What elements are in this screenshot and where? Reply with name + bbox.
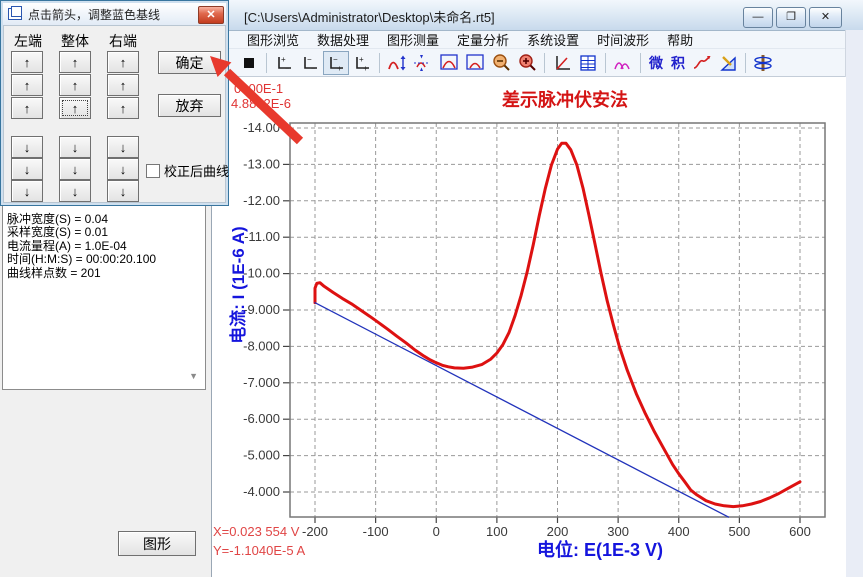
axis-shift-1-icon[interactable]: +−	[271, 51, 297, 75]
toolbar-separator	[640, 53, 641, 73]
axis-shift-4-icon[interactable]: ++	[349, 51, 375, 75]
chart-title: 差示脉冲伏安法	[455, 86, 675, 112]
window-controls: — ❐ ✕	[743, 7, 842, 28]
checkbox-box[interactable]	[146, 164, 160, 178]
peak-window-small-icon[interactable]	[462, 51, 488, 75]
differential-button[interactable]: 微	[645, 51, 667, 75]
window-right-border	[845, 30, 863, 577]
svg-text:−: −	[311, 64, 316, 72]
svg-text:+: +	[363, 64, 368, 72]
svg-text:−: −	[307, 55, 312, 64]
whole-down-button-1[interactable]: ↓	[59, 136, 91, 158]
cursor-x-readout: X=0.023 554 V	[213, 524, 299, 539]
zoom-in-icon[interactable]	[514, 51, 540, 75]
axis-scale-icon[interactable]	[549, 51, 575, 75]
svg-text:+: +	[281, 55, 286, 64]
data-table-icon[interactable]	[575, 51, 601, 75]
baseline-dialog: 点击箭头，调整蓝色基线 ✕ 左端 整体 右端 ↑ ↑ ↑ ↑ ↑ ↑ ↑ ↑ ↑…	[0, 0, 229, 206]
abandon-button[interactable]: 放弃	[158, 94, 221, 117]
left-down-button-2[interactable]: ↓	[11, 158, 43, 180]
whole-up-button-3[interactable]: ↑	[59, 97, 91, 119]
whole-down-button-3[interactable]: ↓	[59, 180, 91, 202]
menu-graph-measure[interactable]: 图形测量	[378, 30, 448, 49]
dialog-title: 点击箭头，调整蓝色基线	[28, 6, 160, 23]
svg-text:+: +	[337, 64, 342, 72]
column-header-left: 左端	[11, 31, 45, 51]
svg-text:+: +	[359, 55, 364, 64]
right-down-button-3[interactable]: ↓	[107, 180, 139, 202]
left-up-button-1[interactable]: ↑	[11, 51, 43, 73]
axis-shift-2-icon[interactable]: −−	[297, 51, 323, 75]
toolbar-separator	[544, 53, 545, 73]
derivative-curve-icon[interactable]	[689, 51, 715, 75]
whole-down-button-2[interactable]: ↓	[59, 158, 91, 180]
axis-max-value-y: 4.8882E-6	[231, 96, 291, 111]
dialog-titlebar[interactable]: 点击箭头，调整蓝色基线	[3, 3, 226, 25]
menu-system-settings[interactable]: 系统设置	[518, 30, 588, 49]
checkbox-label: 校正后曲线	[164, 161, 229, 180]
minimize-button[interactable]: —	[743, 7, 773, 28]
parameter-lines: 脉冲宽度(S) = 0.04 采样宽度(S) = 0.01 电流量程(A) = …	[7, 213, 156, 280]
confirm-button[interactable]: 确定	[158, 51, 221, 74]
toolbar-separator	[745, 53, 746, 73]
stop-icon[interactable]	[236, 51, 262, 75]
x-axis-title: 电位: E(1E-3 V)	[480, 536, 720, 562]
left-down-button-1[interactable]: ↓	[11, 136, 43, 158]
toolbar-separator	[379, 53, 380, 73]
scroll-down-icon[interactable]: ▼	[189, 371, 198, 381]
right-down-button-2[interactable]: ↓	[107, 158, 139, 180]
toolbar-separator	[266, 53, 267, 73]
close-button[interactable]: ✕	[809, 7, 842, 28]
whole-up-button-1[interactable]: ↑	[59, 51, 91, 73]
left-down-button-3[interactable]: ↓	[11, 180, 43, 202]
left-up-button-2[interactable]: ↑	[11, 74, 43, 96]
chart-pane[interactable]	[212, 77, 846, 577]
axis-shift-3-icon[interactable]: −+	[323, 51, 349, 75]
menu-graph-browse[interactable]: 图形浏览	[238, 30, 308, 49]
peak-stretch-vertical-icon[interactable]	[384, 51, 410, 75]
axis-max-value-x: 0000E-1	[234, 81, 283, 96]
column-header-right: 右端	[106, 31, 140, 51]
menu-help[interactable]: 帮助	[658, 30, 702, 49]
right-up-button-3[interactable]: ↑	[107, 97, 139, 119]
peak-compress-vertical-icon[interactable]	[410, 51, 436, 75]
dialog-window-icon	[8, 8, 22, 20]
window-title: [C:\Users\Administrator\Desktop\未命名.rt5]	[244, 7, 495, 26]
menu-time-waveform[interactable]: 时间波形	[588, 30, 658, 49]
right-up-button-1[interactable]: ↑	[107, 51, 139, 73]
left-up-button-3[interactable]: ↑	[11, 97, 43, 119]
svg-text:−: −	[333, 55, 338, 64]
corrected-curve-checkbox[interactable]: 校正后曲线	[146, 161, 229, 180]
toolbar-separator	[605, 53, 606, 73]
graph-button[interactable]: 图形	[118, 531, 196, 556]
cursor-y-readout: Y=-1.1040E-5 A	[213, 543, 305, 558]
dialog-close-button[interactable]: ✕	[198, 6, 224, 24]
right-down-button-1[interactable]: ↓	[107, 136, 139, 158]
peak-window-icon[interactable]	[436, 51, 462, 75]
integral-button[interactable]: 积	[667, 51, 689, 75]
zoom-out-icon[interactable]	[488, 51, 514, 75]
rotate-3d-icon[interactable]	[750, 51, 776, 75]
menu-quant-analysis[interactable]: 定量分析	[448, 30, 518, 49]
right-up-button-2[interactable]: ↑	[107, 74, 139, 96]
column-header-whole: 整体	[58, 31, 92, 51]
measure-icon[interactable]	[715, 51, 741, 75]
restore-button[interactable]: ❐	[776, 7, 806, 28]
whole-up-button-2[interactable]: ↑	[59, 74, 91, 96]
svg-text:−: −	[285, 64, 290, 72]
peak-overlay-icon[interactable]	[610, 51, 636, 75]
menu-data-process[interactable]: 数据处理	[308, 30, 378, 49]
